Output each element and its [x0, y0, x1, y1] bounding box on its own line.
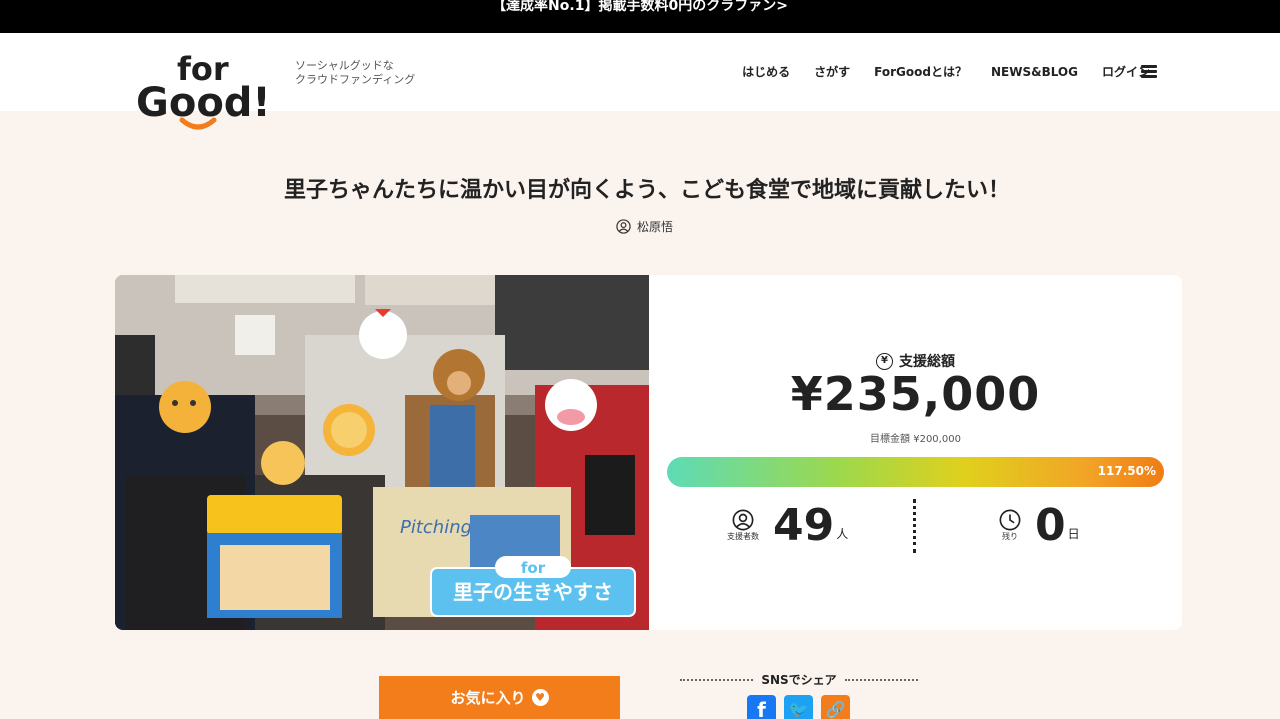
share-heading: SNSでシェア	[680, 671, 918, 688]
progress-percent: 117.50%	[1097, 464, 1156, 478]
share-icons: f 🐦 🔗	[747, 695, 850, 719]
heart-icon: ♥	[531, 689, 549, 706]
hamburger-menu-icon[interactable]	[1141, 65, 1157, 79]
supporters-stat: 支援者数 49 人	[727, 495, 848, 555]
copy-link-icon[interactable]: 🔗	[821, 695, 850, 719]
supporters-icon-wrap: 支援者数	[727, 509, 759, 542]
remaining-count: 0	[1035, 499, 1066, 551]
forgood-logo[interactable]: for Good!	[136, 46, 281, 131]
project-main-image: Pitching for 里子の生きやすさ	[115, 275, 649, 630]
dotted-rule-right	[844, 678, 918, 681]
twitter-icon[interactable]: 🐦	[784, 695, 813, 719]
supporters-unit: 人	[836, 526, 849, 541]
supporters-label: 支援者数	[727, 531, 759, 541]
campaign-banner-text: 【達成率No.1】掲載手数料0円のクラファン>	[492, 0, 788, 14]
logo-text-good: Good!	[136, 80, 271, 126]
target-amount: 目標金額 ¥200,000	[870, 434, 961, 445]
total-amount: ¥235,000	[790, 367, 1041, 421]
favorite-label: お気に入り	[450, 689, 526, 707]
dotted-rule-left	[680, 678, 754, 681]
remaining-unit: 日	[1067, 526, 1080, 541]
author-name: 松原悟	[637, 220, 674, 234]
campaign-banner[interactable]: 【達成率No.1】掲載手数料0円のクラファン>	[0, 0, 1280, 33]
remaining-icon-wrap: 残り	[999, 509, 1021, 542]
supporters-count: 49	[773, 499, 835, 551]
main-nav: はじめる さがす ForGoodとは？ NEWS&BLOG ログイン	[742, 63, 1150, 80]
clock-icon	[999, 509, 1021, 530]
user-icon	[732, 509, 754, 530]
site-tagline: ソーシャルグッドな クラウドファンディング	[295, 59, 416, 86]
nav-start[interactable]: はじめる	[742, 63, 790, 80]
stat-divider	[913, 499, 916, 553]
user-icon	[616, 219, 631, 234]
facebook-icon[interactable]: f	[747, 695, 776, 719]
progress-bar: 117.50%	[667, 457, 1164, 487]
project-title: 里子ちゃんたちに温かい目が向くよう、こども食堂で地域に貢献したい！	[283, 178, 1010, 203]
funding-summary-card: ¥ 支援総額 ¥235,000 目標金額 ¥200,000 117.50% 支援…	[649, 275, 1182, 630]
favorite-button[interactable]: お気に入り ♥	[379, 676, 620, 719]
project-author[interactable]: 松原悟	[616, 218, 673, 235]
nav-about[interactable]: ForGoodとは？	[874, 63, 967, 80]
remaining-label: 残り	[1002, 531, 1018, 541]
nav-news-blog[interactable]: NEWS&BLOG	[991, 65, 1078, 79]
site-header: for Good! ソーシャルグッドな クラウドファンディング はじめる さがす…	[0, 33, 1280, 130]
nav-search[interactable]: さがす	[814, 63, 850, 80]
remaining-stat: 残り 0 日	[999, 495, 1080, 555]
badge-for-text: for	[521, 559, 546, 577]
badge-main-text: 里子の生きやすさ	[453, 580, 613, 604]
box-print-text: Pitching	[400, 517, 472, 538]
